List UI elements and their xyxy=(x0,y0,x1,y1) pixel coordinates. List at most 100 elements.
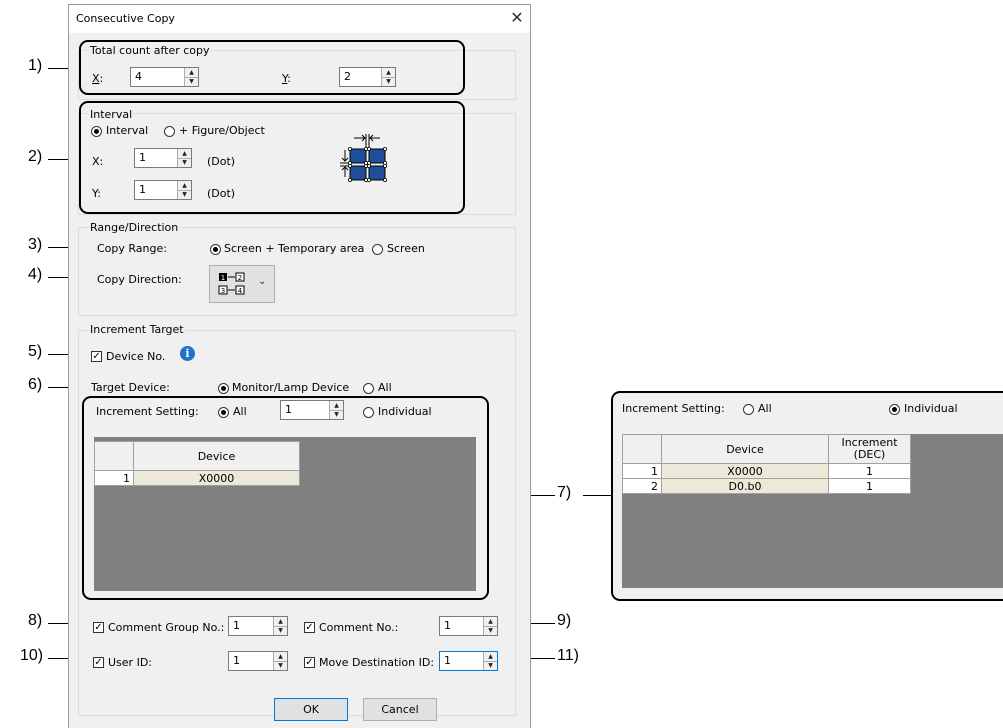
interval-x-stepper[interactable]: 1 ▲ ▼ xyxy=(134,148,192,168)
spin-down-icon[interactable]: ▼ xyxy=(484,661,497,670)
range-direction-group xyxy=(78,227,516,316)
callout-5: 5) xyxy=(28,343,43,360)
interval-y-unit: (Dot) xyxy=(207,187,236,200)
callout-9: 9) xyxy=(557,612,572,629)
cancel-button[interactable]: Cancel xyxy=(363,698,437,721)
monitor-lamp-label: Monitor/Lamp Device xyxy=(232,381,350,394)
total-y-value[interactable]: 2 xyxy=(344,70,351,83)
callout-10: 10) xyxy=(20,647,44,664)
device-no-label: Device No. xyxy=(106,350,166,363)
comment-no-checkbox[interactable]: ✓ xyxy=(304,622,315,633)
total-x-stepper[interactable]: 4 ▲ ▼ xyxy=(130,67,199,87)
interval-y-stepper[interactable]: 1 ▲ ▼ xyxy=(134,180,192,200)
monitor-lamp-radio[interactable] xyxy=(218,383,229,394)
callout-4: 4) xyxy=(28,266,43,283)
screen-radio[interactable] xyxy=(372,244,383,255)
target-device-label: Target Device: xyxy=(91,381,170,394)
increment-individual-label: Individual xyxy=(378,405,432,418)
svg-text:1: 1 xyxy=(221,274,225,282)
spin-down-icon[interactable]: ▼ xyxy=(484,626,497,635)
spin-down-icon[interactable]: ▼ xyxy=(178,190,191,199)
spin-down-icon[interactable]: ▼ xyxy=(185,77,198,86)
interval-diagram-icon xyxy=(340,134,388,183)
spin-down-icon[interactable]: ▼ xyxy=(330,410,343,419)
increment-individual-radio[interactable] xyxy=(363,407,374,418)
title-bar: Consecutive Copy ✕ xyxy=(69,5,530,33)
callout-6: 6) xyxy=(28,376,43,393)
copy-direction-icon: 1 2 3 4 xyxy=(218,272,245,295)
move-dest-stepper[interactable]: 1 ▲ ▼ xyxy=(439,651,498,671)
comment-no-label: Comment No.: xyxy=(319,621,399,634)
chevron-down-icon: ⌄ xyxy=(258,276,267,287)
table-row[interactable]: 1 X0000 1 xyxy=(622,463,911,479)
move-dest-checkbox[interactable]: ✓ xyxy=(304,657,315,668)
user-id-value[interactable]: 1 xyxy=(233,654,240,667)
interval-y-label: Y: xyxy=(92,187,101,200)
panel-all-label: All xyxy=(758,402,772,415)
spin-down-icon[interactable]: ▼ xyxy=(274,661,287,670)
increment-all-radio[interactable] xyxy=(218,407,229,418)
svg-text:3: 3 xyxy=(221,287,225,295)
interval-x-value[interactable]: 1 xyxy=(139,151,146,164)
close-icon[interactable]: ✕ xyxy=(507,8,527,28)
y-label: Y: xyxy=(282,72,291,85)
spin-down-icon[interactable]: ▼ xyxy=(274,626,287,635)
panel-individual-label: Individual xyxy=(904,402,958,415)
x-label: X: xyxy=(92,72,104,85)
panel-all-radio[interactable] xyxy=(743,404,754,415)
copy-direction-dropdown[interactable]: 1 2 3 4 ⌄ xyxy=(209,265,275,303)
spin-down-icon[interactable]: ▼ xyxy=(178,158,191,167)
row-number: 1 xyxy=(94,470,134,486)
svg-text:4: 4 xyxy=(238,287,243,295)
interval-radio[interactable] xyxy=(91,126,102,137)
comment-group-value[interactable]: 1 xyxy=(233,619,240,632)
device-cell[interactable]: X0000 xyxy=(661,463,829,479)
comment-group-stepper[interactable]: 1 ▲ ▼ xyxy=(228,616,288,636)
interval-x-unit: (Dot) xyxy=(207,155,236,168)
device-no-checkbox[interactable]: ✓ xyxy=(91,351,102,362)
increment-cell[interactable]: 1 xyxy=(828,463,911,479)
comment-no-value[interactable]: 1 xyxy=(444,619,451,632)
figure-object-radio[interactable] xyxy=(164,126,175,137)
callout-2: 2) xyxy=(28,148,43,165)
svg-text:2: 2 xyxy=(238,274,242,282)
interval-y-value[interactable]: 1 xyxy=(139,183,146,196)
panel-individual-radio[interactable] xyxy=(889,404,900,415)
device-cell[interactable]: D0.b0 xyxy=(661,478,829,494)
spin-down-icon[interactable]: ▼ xyxy=(382,77,395,86)
user-id-stepper[interactable]: 1 ▲ ▼ xyxy=(228,651,288,671)
panel-device-table: Device Increment (DEC) 1 X0000 1 2 D0.b0 … xyxy=(622,434,911,494)
interval-label: Interval xyxy=(89,108,134,121)
callout-3: 3) xyxy=(28,236,43,253)
total-x-value[interactable]: 4 xyxy=(135,70,142,83)
increment-value[interactable]: 1 xyxy=(285,403,292,416)
table-row[interactable]: 2 D0.b0 1 xyxy=(622,478,911,494)
device-cell[interactable]: X0000 xyxy=(133,470,300,486)
copy-direction-label: Copy Direction: xyxy=(97,273,182,286)
range-direction-label: Range/Direction xyxy=(89,221,180,234)
increment-cell[interactable]: 1 xyxy=(828,478,911,494)
screen-label: Screen xyxy=(387,242,425,255)
comment-group-checkbox[interactable]: ✓ xyxy=(93,622,104,633)
total-y-stepper[interactable]: 2 ▲ ▼ xyxy=(339,67,396,87)
row-number: 2 xyxy=(622,478,662,494)
panel-increment-setting-label: Increment Setting: xyxy=(622,402,725,415)
panel-device-header: Device xyxy=(661,434,829,464)
ok-button[interactable]: OK xyxy=(274,698,348,721)
target-all-radio[interactable] xyxy=(363,383,374,394)
interval-x-label: X: xyxy=(92,155,104,168)
user-id-checkbox[interactable]: ✓ xyxy=(93,657,104,668)
consecutive-copy-dialog: Consecutive Copy ✕ Total count after cop… xyxy=(68,4,531,728)
individual-increment-panel: Increment Setting: All Individual Device… xyxy=(611,391,1003,601)
move-dest-value[interactable]: 1 xyxy=(444,654,451,667)
comment-no-stepper[interactable]: 1 ▲ ▼ xyxy=(439,616,498,636)
increment-setting-label: Increment Setting: xyxy=(96,405,199,418)
device-column-header: Device xyxy=(133,441,300,471)
increment-value-stepper[interactable]: 1 ▲ ▼ xyxy=(280,400,344,420)
info-icon[interactable]: i xyxy=(180,346,195,361)
target-all-label: All xyxy=(378,381,392,394)
move-dest-label: Move Destination ID: xyxy=(319,656,435,669)
table-row[interactable]: 1 X0000 xyxy=(94,470,300,486)
callout-7: 7) xyxy=(557,484,572,501)
screen-temp-radio[interactable] xyxy=(210,244,221,255)
